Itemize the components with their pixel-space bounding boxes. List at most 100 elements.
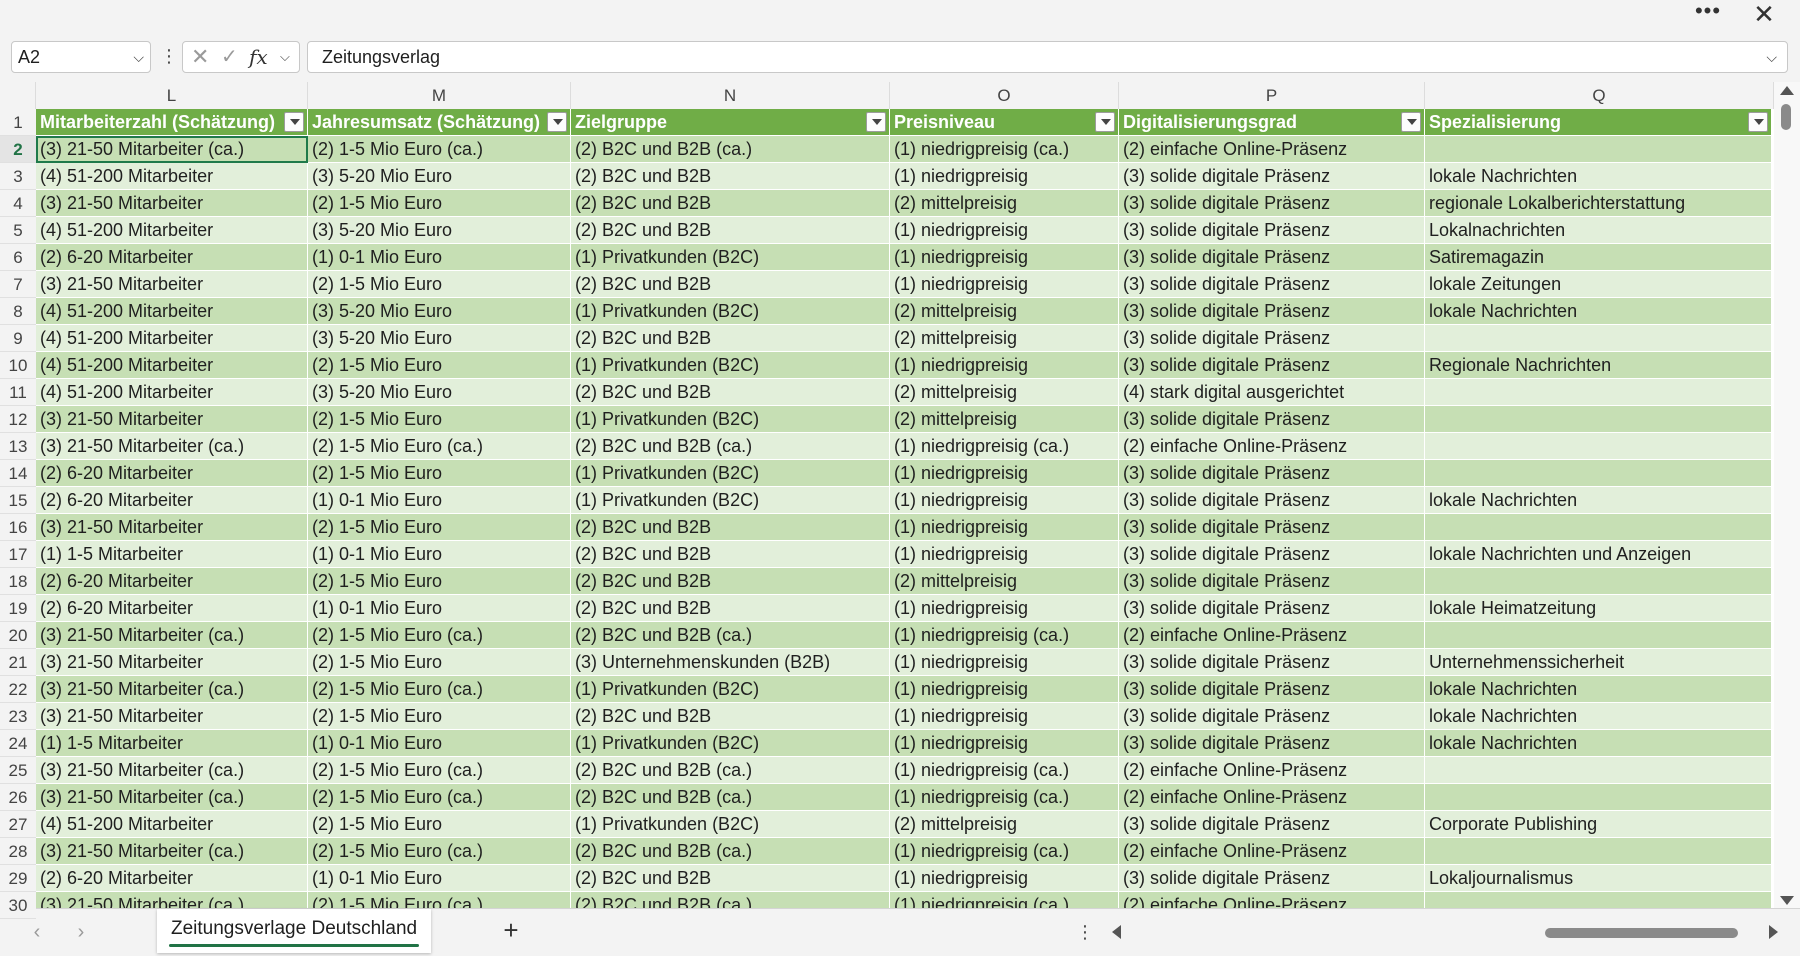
table-cell[interactable]: (2) 1-5 Mio Euro (ca.) [308,676,571,703]
row-header[interactable]: 6 [0,244,36,271]
table-cell[interactable]: (3) 21-50 Mitarbeiter (ca.) [36,838,308,865]
table-cell[interactable] [1425,460,1772,487]
table-cell[interactable]: (1) niedrigpreisig [890,703,1119,730]
table-cell[interactable]: (2) B2C und B2B [571,514,890,541]
table-cell[interactable]: (1) niedrigpreisig (ca.) [890,757,1119,784]
table-cell[interactable]: (3) Unternehmenskunden (B2B) [571,649,890,676]
table-cell[interactable]: (2) B2C und B2B (ca.) [571,784,890,811]
table-cell[interactable]: (1) niedrigpreisig [890,163,1119,190]
table-cell[interactable]: (3) solide digitale Präsenz [1119,595,1425,622]
table-cell[interactable] [1425,136,1772,163]
table-cell[interactable]: (2) B2C und B2B (ca.) [571,136,890,163]
table-cell[interactable]: (1) niedrigpreisig [890,352,1119,379]
table-cell[interactable]: lokale Zeitungen [1425,271,1772,298]
row-header[interactable]: 28 [0,838,36,865]
row-header[interactable]: 25 [0,757,36,784]
table-cell[interactable]: (3) solide digitale Präsenz [1119,514,1425,541]
row-header[interactable]: 29 [0,865,36,892]
table-cell[interactable]: (1) Privatkunden (B2C) [571,298,890,325]
row-header[interactable]: 15 [0,487,36,514]
checkmark-icon[interactable]: ✓ [221,42,238,72]
table-cell[interactable]: (2) B2C und B2B [571,568,890,595]
table-cell[interactable]: (3) solide digitale Präsenz [1119,190,1425,217]
table-cell[interactable]: (2) B2C und B2B [571,190,890,217]
filter-dropdown-icon[interactable] [1748,112,1768,132]
table-cell[interactable]: (3) solide digitale Präsenz [1119,487,1425,514]
table-cell[interactable]: (3) 21-50 Mitarbeiter (ca.) [36,757,308,784]
table-cell[interactable]: (1) niedrigpreisig [890,541,1119,568]
row-header[interactable]: 26 [0,784,36,811]
table-cell[interactable]: (4) 51-200 Mitarbeiter [36,298,308,325]
table-cell[interactable]: (2) einfache Online-Präsenz [1119,136,1425,163]
table-cell[interactable]: (2) 1-5 Mio Euro [308,352,571,379]
column-header-P[interactable]: P [1119,82,1425,109]
table-cell[interactable]: (3) solide digitale Präsenz [1119,703,1425,730]
row-header[interactable]: 13 [0,433,36,460]
table-cell[interactable]: (2) mittelpreisig [890,379,1119,406]
table-cell[interactable]: (2) einfache Online-Präsenz [1119,892,1425,909]
table-cell[interactable]: lokale Nachrichten [1425,676,1772,703]
table-cell[interactable]: (3) 5-20 Mio Euro [308,163,571,190]
row-header[interactable]: 9 [0,325,36,352]
table-cell[interactable]: (1) 1-5 Mitarbeiter [36,730,308,757]
table-cell[interactable]: (3) 21-50 Mitarbeiter (ca.) [36,676,308,703]
row-header[interactable]: 2 [0,136,36,163]
table-cell[interactable]: Satiremagazin [1425,244,1772,271]
vertical-scrollbar[interactable] [1774,82,1800,908]
table-cell[interactable]: (1) Privatkunden (B2C) [571,811,890,838]
table-cell[interactable]: (2) 1-5 Mio Euro (ca.) [308,757,571,784]
table-cell[interactable]: (4) 51-200 Mitarbeiter [36,379,308,406]
table-cell[interactable]: (1) Privatkunden (B2C) [571,244,890,271]
table-cell[interactable]: (2) 1-5 Mio Euro [308,271,571,298]
table-cell[interactable]: (1) niedrigpreisig [890,730,1119,757]
table-cell[interactable]: (2) 6-20 Mitarbeiter [36,865,308,892]
insert-function-icon[interactable]: fx [249,42,268,72]
row-header[interactable]: 19 [0,595,36,622]
table-cell[interactable]: (3) solide digitale Präsenz [1119,676,1425,703]
chevron-down-icon[interactable]: ⌵ [280,42,290,72]
table-cell[interactable]: lokale Nachrichten [1425,730,1772,757]
table-cell[interactable]: (3) 21-50 Mitarbeiter (ca.) [36,433,308,460]
table-cell[interactable]: (2) 1-5 Mio Euro (ca.) [308,892,571,909]
table-cell[interactable]: (2) einfache Online-Präsenz [1119,838,1425,865]
table-cell[interactable]: (3) 21-50 Mitarbeiter [36,649,308,676]
filter-dropdown-icon[interactable] [284,112,304,132]
table-cell[interactable]: (1) Privatkunden (B2C) [571,487,890,514]
table-cell[interactable]: (2) 6-20 Mitarbeiter [36,568,308,595]
table-cell[interactable]: (2) 1-5 Mio Euro [308,460,571,487]
column-header-M[interactable]: M [308,82,571,109]
table-cell[interactable]: (3) solide digitale Präsenz [1119,244,1425,271]
scroll-right-icon[interactable] [1769,925,1778,939]
next-sheet-icon[interactable]: › [68,919,94,945]
table-cell[interactable]: (3) solide digitale Präsenz [1119,352,1425,379]
table-cell[interactable]: (1) niedrigpreisig (ca.) [890,433,1119,460]
cancel-icon[interactable]: ✕ [191,42,209,72]
column-header-O[interactable]: O [890,82,1119,109]
table-cell[interactable]: (2) B2C und B2B (ca.) [571,622,890,649]
table-cell[interactable]: (1) niedrigpreisig [890,865,1119,892]
row-header[interactable]: 3 [0,163,36,190]
table-cell[interactable]: (2) 1-5 Mio Euro [308,703,571,730]
table-cell[interactable]: (2) 1-5 Mio Euro [308,811,571,838]
row-header[interactable]: 12 [0,406,36,433]
table-cell[interactable]: (2) 1-5 Mio Euro (ca.) [308,136,571,163]
table-cell[interactable]: (2) 6-20 Mitarbeiter [36,244,308,271]
table-cell[interactable]: (2) 1-5 Mio Euro (ca.) [308,622,571,649]
table-cell[interactable] [1425,379,1772,406]
table-cell[interactable]: (3) solide digitale Präsenz [1119,865,1425,892]
table-cell[interactable]: (2) B2C und B2B [571,325,890,352]
table-cell[interactable]: (1) 1-5 Mitarbeiter [36,541,308,568]
table-cell[interactable]: Lokaljournalismus [1425,865,1772,892]
row-header[interactable]: 24 [0,730,36,757]
row-header[interactable]: 30 [0,892,36,919]
table-cell[interactable]: (2) einfache Online-Präsenz [1119,784,1425,811]
table-cell[interactable]: (3) 21-50 Mitarbeiter [36,271,308,298]
horizontal-scroll-thumb[interactable] [1545,928,1738,938]
column-header-N[interactable]: N [571,82,890,109]
table-cell[interactable]: (3) 21-50 Mitarbeiter (ca.) [36,784,308,811]
table-cell[interactable]: (2) 1-5 Mio Euro [308,649,571,676]
table-cell[interactable] [1425,784,1772,811]
table-cell[interactable]: (2) mittelpreisig [890,811,1119,838]
table-cell[interactable]: (2) 6-20 Mitarbeiter [36,460,308,487]
table-cell[interactable]: (4) 51-200 Mitarbeiter [36,325,308,352]
